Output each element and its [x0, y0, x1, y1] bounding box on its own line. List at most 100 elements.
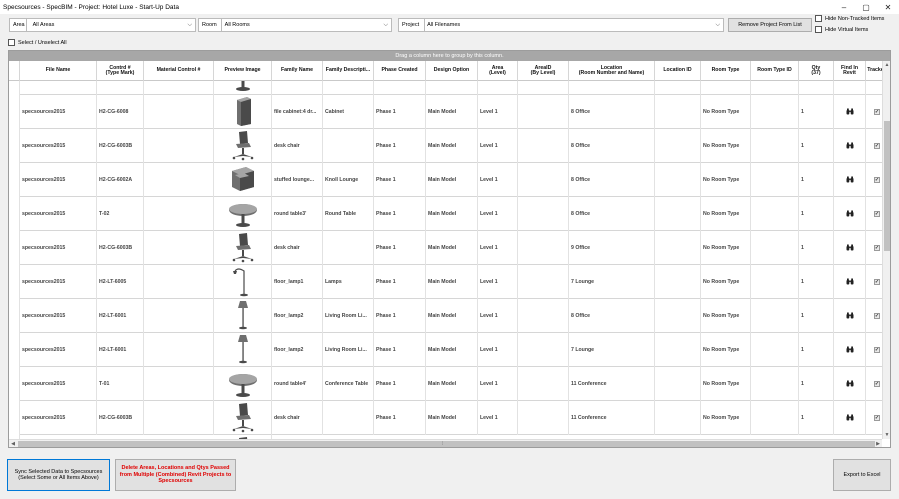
binoculars-icon[interactable] — [846, 414, 854, 423]
table-row[interactable]: specsources2015 H2-LT-6001 floor_lamp2 Livi… — [9, 333, 882, 367]
row-selector[interactable] — [9, 299, 20, 333]
column-header[interactable]: File Name — [20, 61, 97, 81]
vertical-scroll-thumb[interactable] — [884, 121, 890, 251]
row-selector[interactable] — [9, 265, 20, 299]
tracked-checkbox[interactable]: ✓ — [874, 211, 880, 217]
cell-area-level: Level 1 — [478, 163, 518, 197]
maximize-button[interactable]: ▢ — [855, 0, 877, 14]
tracked-checkbox[interactable]: ✓ — [874, 143, 880, 149]
cell-preview-image — [214, 95, 272, 129]
checkbox-box[interactable] — [815, 26, 822, 33]
column-header[interactable]: Room Type — [701, 61, 751, 81]
cell-type-mark: H2-CG-6002A — [97, 163, 144, 197]
binoculars-icon[interactable] — [846, 380, 854, 389]
hide-non-tracked-checkbox[interactable]: Hide Non-Tracked Items — [815, 15, 884, 22]
scroll-up-icon[interactable]: ▲ — [883, 61, 890, 69]
table-row[interactable]: specsources2015 H2-CG-6002A stuffed lounge… — [9, 163, 882, 197]
column-header[interactable]: Preview Image — [214, 61, 272, 81]
tracked-checkbox[interactable]: ✓ — [874, 279, 880, 285]
items-grid: Drag a column here to group by this colu… — [8, 50, 891, 448]
table-row[interactable]: specsources2015 H2-CG-6003B desk chair Phas… — [9, 401, 882, 435]
column-header[interactable]: Location ID — [655, 61, 701, 81]
column-header[interactable]: Family Descripti... — [323, 61, 374, 81]
remove-project-button[interactable]: Remove Project From List — [728, 18, 812, 32]
checkbox-box[interactable] — [815, 15, 822, 22]
cell-phase-created: Phase 1 — [374, 163, 426, 197]
tracked-checkbox[interactable]: ✓ — [874, 381, 880, 387]
table-row[interactable]: specsources2015 H2-CG-6008 file cabinet:4 … — [9, 95, 882, 129]
checkmark-icon: ✓ — [874, 346, 880, 353]
cell-area-id — [518, 401, 569, 435]
table-row[interactable]: specsources2015T-02 round table3'Round Ta… — [9, 197, 882, 231]
room-combo[interactable]: Room All Rooms ⌵ — [198, 18, 392, 32]
table-row[interactable]: specsources2015 T-01 round table4' Conferen… — [9, 367, 882, 401]
row-selector[interactable] — [9, 163, 20, 197]
tracked-checkbox[interactable]: ✓ — [874, 177, 880, 183]
binoculars-icon[interactable] — [846, 210, 854, 219]
group-by-panel[interactable]: Drag a column here to group by this colu… — [9, 51, 890, 61]
row-selector[interactable] — [9, 333, 20, 367]
row-selector[interactable] — [9, 197, 20, 231]
tracked-checkbox[interactable]: ✓ — [874, 313, 880, 319]
binoculars-icon[interactable] — [846, 108, 854, 117]
column-header[interactable]: Family Name — [272, 61, 323, 81]
delete-areas-button[interactable]: Delete Areas, Locations and Qtys Passed … — [115, 459, 236, 491]
row-selector[interactable] — [9, 81, 20, 95]
binoculars-icon[interactable] — [846, 176, 854, 185]
table-row[interactable]: specsources2015 H2-LT-6005 floor_lamp1 Lamp… — [9, 265, 882, 299]
column-header[interactable]: Contrd # (Type Mark) — [97, 61, 144, 81]
close-button[interactable]: ✕ — [877, 0, 899, 14]
hide-virtual-checkbox[interactable]: Hide Virtual Items — [815, 26, 868, 33]
export-excel-button[interactable]: Export to Excel — [833, 459, 891, 491]
checkbox-box[interactable] — [8, 39, 15, 46]
row-selector[interactable] — [9, 367, 20, 401]
binoculars-icon[interactable] — [846, 312, 854, 321]
row-selector[interactable] — [9, 129, 20, 163]
cell-material-control — [144, 81, 214, 95]
grid-header: File Name Contrd # (Type Mark) Material Co… — [9, 61, 889, 81]
table-row[interactable]: specsources2015T-02 round table3'Round Ta… — [9, 81, 882, 95]
tracked-checkbox[interactable]: ✓ — [874, 415, 880, 421]
column-header[interactable]: Design Option — [426, 61, 478, 81]
cell-file-name: specsources2015 — [20, 401, 97, 435]
project-combo[interactable]: Project All Filenames ⌵ — [398, 18, 724, 32]
binoculars-icon[interactable] — [846, 142, 854, 151]
minimize-button[interactable]: – — [833, 0, 855, 14]
column-header[interactable]: Location (Room Number and Name) — [569, 61, 655, 81]
table-row[interactable]: specsources2015 H2-CG-6003B desk chair Phas… — [9, 129, 882, 163]
binoculars-icon[interactable] — [846, 278, 854, 287]
cell-area-id — [518, 231, 569, 265]
column-header[interactable]: Qty (37) — [799, 61, 834, 81]
row-selector[interactable] — [9, 231, 20, 265]
room-separator — [221, 18, 222, 32]
tracked-checkbox[interactable]: ✓ — [874, 245, 880, 251]
column-header[interactable]: Area (Level) — [478, 61, 518, 81]
binoculars-icon[interactable] — [846, 346, 854, 355]
column-header[interactable]: Room Type ID — [751, 61, 799, 81]
column-header[interactable]: Phase Created — [374, 61, 426, 81]
cell-room-type: No Room Type — [701, 265, 751, 299]
column-header[interactable]: Material Control # — [144, 61, 214, 81]
cell-find-in-revit — [834, 401, 866, 435]
table-row[interactable]: specsources2015 H2-LT-6001 floor_lamp2 Livi… — [9, 299, 882, 333]
scroll-left-icon[interactable]: ◀ — [9, 440, 17, 447]
row-selector[interactable] — [9, 95, 20, 129]
scroll-right-icon[interactable]: ▶ — [874, 440, 882, 447]
sync-button[interactable]: Sync Selected Data to Specsources (Selec… — [7, 459, 110, 491]
tracked-checkbox[interactable]: ✓ — [874, 347, 880, 353]
room-value: All Rooms — [224, 22, 250, 28]
table-row[interactable]: specsources2015 H2-CG-6003B desk chair Phas… — [9, 231, 882, 265]
vertical-scrollbar[interactable]: ▲ ▼ — [882, 61, 890, 439]
column-header[interactable]: AreaID (By Level) — [518, 61, 569, 81]
area-combo[interactable]: Area All Areas ⌵ — [9, 18, 196, 32]
scroll-down-icon[interactable]: ▼ — [883, 431, 890, 439]
row-selector[interactable] — [9, 401, 20, 435]
horizontal-scrollbar[interactable]: ◀ ⁞ ▶ — [9, 439, 882, 447]
column-header[interactable]: Find In Revit — [834, 61, 866, 81]
tracked-checkbox[interactable]: ✓ — [874, 109, 880, 115]
binoculars-icon[interactable] — [846, 244, 854, 253]
cell-material-control — [144, 163, 214, 197]
binoculars-icon[interactable] — [846, 81, 854, 83]
horizontal-scroll-thumb[interactable] — [18, 441, 875, 447]
select-all-checkbox[interactable]: Select / Unselect All — [8, 39, 67, 46]
